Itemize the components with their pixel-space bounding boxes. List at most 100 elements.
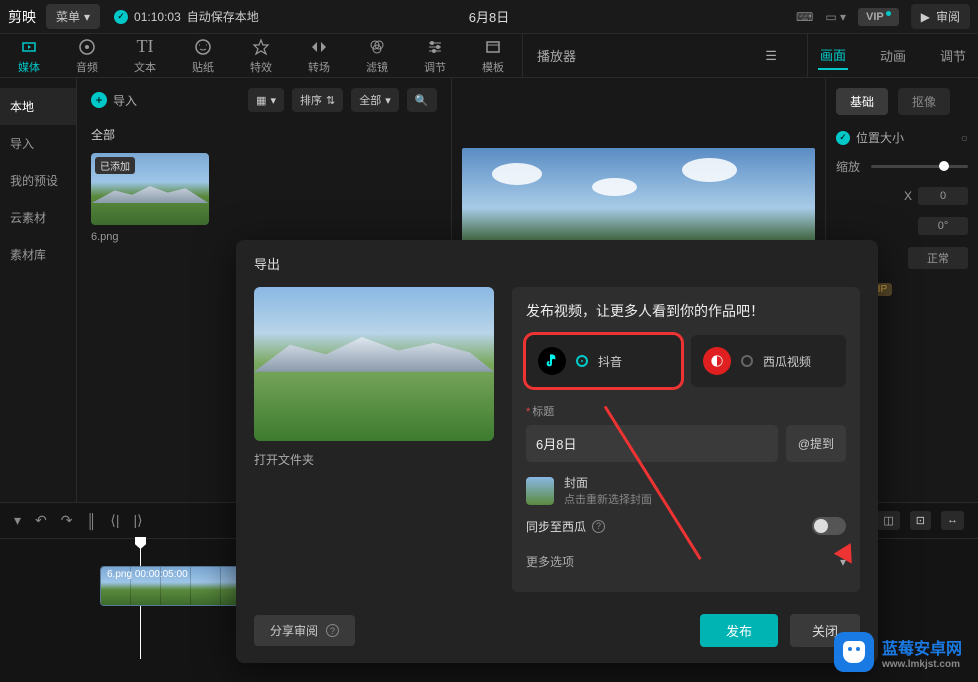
player-label: 播放器: [537, 46, 576, 65]
pos-x-label: X: [904, 189, 912, 203]
more-options[interactable]: 更多选项 ▾: [526, 545, 846, 578]
tool-effects[interactable]: 特效: [232, 34, 290, 77]
tool-filter[interactable]: 滤镜: [348, 34, 406, 77]
sidebar-item-cloud[interactable]: 云素材: [0, 199, 76, 236]
plus-icon: +: [91, 92, 107, 108]
chevron-down-icon: ▾: [840, 555, 846, 569]
select-tool[interactable]: ▾: [14, 512, 21, 529]
tool-text[interactable]: TI 文本: [116, 34, 174, 77]
effects-icon: [251, 37, 271, 57]
sidebar-item-library[interactable]: 素材库: [0, 236, 76, 273]
sticker-icon: [193, 37, 213, 57]
subtab-basic[interactable]: 基础: [836, 88, 888, 115]
play-box-icon: ▶: [921, 10, 930, 24]
cover-label: 封面: [564, 474, 652, 491]
help-icon[interactable]: ?: [326, 624, 339, 637]
split-tool[interactable]: ║: [87, 513, 97, 529]
search-icon: 🔍: [415, 94, 429, 107]
asset-name: 6.png: [91, 231, 209, 243]
undo-button[interactable]: ↶: [35, 512, 47, 529]
tool-sticker[interactable]: 贴纸: [174, 34, 232, 77]
watermark-brand: 蓝莓安卓网: [882, 635, 962, 659]
review-button[interactable]: ▶ 审阅: [911, 4, 970, 29]
modal-title: 导出: [236, 240, 878, 287]
hamburger-icon[interactable]: ☰: [749, 48, 793, 64]
tl-tool-2[interactable]: ◫: [877, 511, 899, 530]
sidebar-item-import[interactable]: 导入: [0, 125, 76, 162]
blend-mode[interactable]: 正常: [908, 247, 968, 269]
cover-thumb: [526, 477, 554, 505]
rotation-input[interactable]: 0°: [918, 217, 968, 235]
watermark-icon: [834, 632, 874, 672]
asset-thumb[interactable]: 已添加 6.png: [91, 153, 209, 243]
redo-button[interactable]: ↷: [61, 512, 73, 529]
check-icon: ✓: [114, 10, 128, 24]
tab-visual[interactable]: 画面: [818, 41, 848, 70]
audio-icon: [77, 37, 97, 57]
cover-selector[interactable]: 封面 点击重新选择封面: [526, 474, 846, 507]
trim-left-tool[interactable]: ⟨|: [110, 512, 119, 529]
assets-section-label: 全部: [77, 122, 451, 153]
tl-tool-3[interactable]: ⊡: [910, 511, 931, 530]
search-button[interactable]: 🔍: [407, 88, 437, 112]
radio-off: [741, 355, 753, 367]
section-title: 位置大小: [856, 129, 904, 146]
export-preview: [254, 287, 494, 441]
cover-hint: 点击重新选择封面: [564, 491, 652, 507]
watermark-url: www.lmkjst.com: [882, 659, 962, 670]
tool-template[interactable]: 模板: [464, 34, 522, 77]
sidebar-item-local[interactable]: 本地: [0, 88, 76, 125]
template-icon: [483, 37, 503, 57]
sidebar-item-presets[interactable]: 我的预设: [0, 162, 76, 199]
trim-right-tool[interactable]: |⟩: [134, 512, 143, 529]
watermark: 蓝莓安卓网 www.lmkjst.com: [834, 632, 962, 672]
sort-button[interactable]: 排序 ⇅: [292, 88, 343, 112]
reset-icon[interactable]: ○: [961, 131, 968, 145]
sync-label: 同步至西瓜: [526, 518, 586, 535]
platform-douyin[interactable]: 抖音: [526, 335, 681, 387]
mention-button[interactable]: @提到: [786, 425, 846, 462]
import-button[interactable]: + 导入: [91, 92, 137, 109]
grid-icon: ▦: [256, 94, 266, 107]
filter-button[interactable]: 全部 ▾: [351, 88, 399, 112]
tool-media[interactable]: 媒体: [0, 34, 58, 77]
radio-on: [576, 355, 588, 367]
tl-tool-4[interactable]: ↔: [941, 511, 964, 530]
tab-animation[interactable]: 动画: [878, 42, 908, 69]
open-folder-link[interactable]: 打开文件夹: [254, 451, 494, 468]
menu-dropdown[interactable]: 菜单 ▾: [46, 4, 100, 29]
adjust-icon: [425, 37, 445, 57]
main-toolbar: 媒体 音频 TI 文本 贴纸 特效 转场 滤镜 调节 模板 播放器 ☰ 画面 动…: [0, 34, 978, 78]
keyboard-icon[interactable]: ⌨: [796, 10, 813, 24]
sync-toggle[interactable]: [812, 517, 846, 535]
subtab-cutout[interactable]: 抠像: [898, 88, 950, 115]
check-icon[interactable]: ✓: [836, 131, 850, 145]
title-input[interactable]: [526, 425, 778, 462]
app-name: 剪映: [8, 7, 36, 27]
title-field-label: *标题: [526, 403, 846, 419]
layout-icon[interactable]: ▭ ▾: [825, 10, 846, 24]
help-icon[interactable]: ?: [592, 520, 605, 533]
grid-view-button[interactable]: ▦ ▾: [248, 88, 284, 112]
scale-slider[interactable]: [871, 165, 968, 168]
vip-badge[interactable]: VIP: [858, 8, 899, 26]
xigua-icon: [703, 347, 731, 375]
chevron-down-icon: ▾: [84, 10, 90, 24]
tool-adjust[interactable]: 调节: [406, 34, 464, 77]
share-review-button[interactable]: 分享审阅 ?: [254, 615, 355, 646]
transition-icon: [309, 37, 329, 57]
publish-header: 发布视频，让更多人看到你的作品吧！: [526, 301, 846, 321]
platform-xigua[interactable]: 西瓜视频: [691, 335, 846, 387]
added-badge: 已添加: [95, 157, 135, 174]
tool-transition[interactable]: 转场: [290, 34, 348, 77]
player-preview[interactable]: [462, 148, 816, 248]
text-icon: TI: [137, 36, 154, 57]
tab-adjust[interactable]: 调节: [938, 42, 968, 69]
publish-button[interactable]: 发布: [700, 614, 778, 647]
project-title[interactable]: 6月8日: [469, 7, 509, 26]
filter-icon: [367, 37, 387, 57]
export-modal: 导出 打开文件夹 发布视频，让更多人看到你的作品吧！ 抖音: [236, 240, 878, 663]
tool-audio[interactable]: 音频: [58, 34, 116, 77]
media-icon: [19, 37, 39, 57]
pos-x-input[interactable]: 0: [918, 187, 968, 205]
